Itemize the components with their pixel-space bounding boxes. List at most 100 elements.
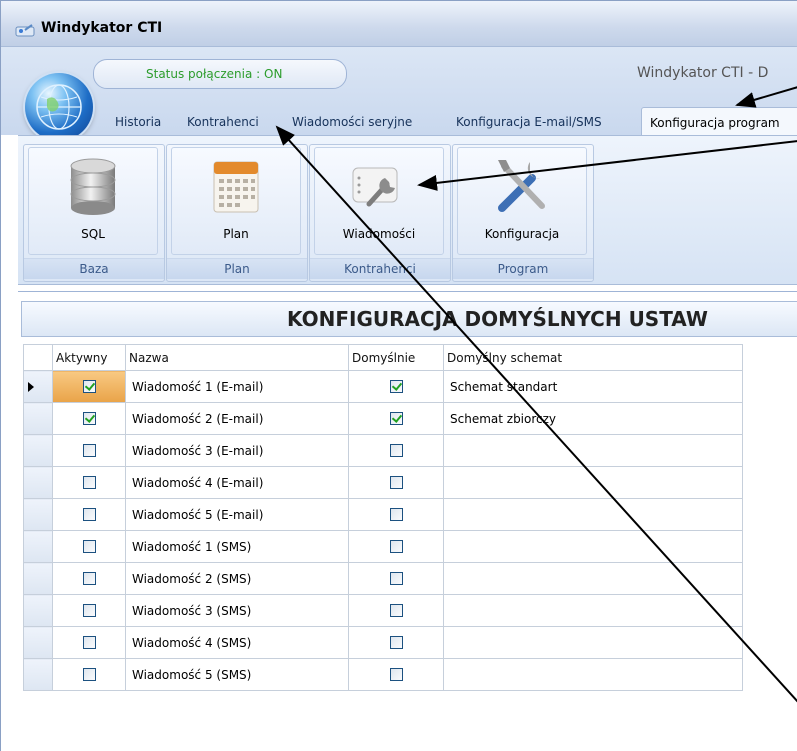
aktywny-checkbox[interactable] bbox=[82, 380, 96, 393]
table-row[interactable]: Wiadomość 1 (SMS) bbox=[23, 530, 743, 563]
cell-nazwa[interactable]: Wiadomość 4 (E-mail) bbox=[125, 466, 349, 499]
table-row[interactable]: Wiadomość 4 (E-mail) bbox=[23, 466, 743, 499]
domyslnie-checkbox[interactable] bbox=[389, 508, 403, 521]
domyslnie-checkbox[interactable] bbox=[389, 540, 403, 553]
aktywny-checkbox[interactable] bbox=[82, 604, 96, 617]
aktywny-checkbox[interactable] bbox=[82, 636, 96, 649]
row-selector[interactable] bbox=[23, 562, 53, 595]
wiadomosci-button[interactable]: Wiadomości bbox=[314, 147, 444, 255]
column-header-domyslnie[interactable]: Domyślnie bbox=[348, 344, 444, 371]
cell-domyslnie bbox=[348, 594, 444, 627]
row-selector[interactable] bbox=[23, 498, 53, 531]
cell-schemat[interactable] bbox=[443, 498, 743, 531]
aktywny-checkbox[interactable] bbox=[82, 572, 96, 585]
aktywny-checkbox[interactable] bbox=[82, 668, 96, 681]
konfiguracja-button[interactable]: Konfiguracja bbox=[457, 147, 587, 255]
tab-konfiguracja-email-sms[interactable]: Konfiguracja E-mail/SMS bbox=[448, 107, 610, 135]
cell-schemat[interactable] bbox=[443, 562, 743, 595]
cell-domyslnie bbox=[348, 530, 444, 563]
cell-nazwa[interactable]: Wiadomość 4 (SMS) bbox=[125, 626, 349, 659]
cell-aktywny bbox=[52, 370, 126, 403]
row-selector[interactable] bbox=[23, 434, 53, 467]
column-header-nazwa[interactable]: Nazwa bbox=[125, 344, 349, 371]
sql-button-label: SQL bbox=[81, 227, 105, 241]
cell-aktywny bbox=[52, 658, 126, 691]
tab-historia[interactable]: Historia bbox=[107, 107, 169, 135]
ribbon-group-baza: SQL Baza bbox=[23, 144, 165, 282]
cell-schemat[interactable] bbox=[443, 434, 743, 467]
cell-nazwa[interactable]: Wiadomość 3 (E-mail) bbox=[125, 434, 349, 467]
cell-nazwa[interactable]: Wiadomość 3 (SMS) bbox=[125, 594, 349, 627]
table-row[interactable]: Wiadomość 2 (E-mail) Schemat zbiorczy bbox=[23, 402, 743, 435]
wiadomosci-button-label: Wiadomości bbox=[342, 227, 416, 241]
domyslnie-checkbox[interactable] bbox=[389, 444, 403, 457]
cell-domyslnie bbox=[348, 626, 444, 659]
ribbon-group-kontrahenci: Wiadomości Kontrahenci bbox=[309, 144, 451, 282]
table-row[interactable]: Wiadomość 3 (SMS) bbox=[23, 594, 743, 627]
domyslnie-checkbox[interactable] bbox=[389, 636, 403, 649]
cell-domyslnie bbox=[348, 562, 444, 595]
table-row[interactable]: Wiadomość 5 (SMS) bbox=[23, 658, 743, 691]
plan-button[interactable]: Plan bbox=[171, 147, 301, 255]
row-selector[interactable] bbox=[23, 594, 53, 627]
cell-nazwa[interactable]: Wiadomość 1 (E-mail) bbox=[125, 370, 349, 403]
cell-schemat[interactable] bbox=[443, 658, 743, 691]
row-selector[interactable] bbox=[23, 626, 53, 659]
cell-schemat[interactable] bbox=[443, 626, 743, 659]
domyslnie-checkbox[interactable] bbox=[389, 380, 403, 393]
row-selector[interactable] bbox=[23, 370, 53, 403]
tab-kontrahenci[interactable]: Kontrahenci bbox=[179, 107, 267, 135]
cell-nazwa[interactable]: Wiadomość 5 (E-mail) bbox=[125, 498, 349, 531]
cell-aktywny bbox=[52, 562, 126, 595]
aktywny-checkbox[interactable] bbox=[82, 444, 96, 457]
ribbon-group-plan: Plan Plan bbox=[166, 144, 308, 282]
domyslnie-checkbox[interactable] bbox=[389, 572, 403, 585]
cell-schemat[interactable]: Schemat standart bbox=[443, 370, 743, 403]
cell-schemat[interactable]: Schemat zbiorczy bbox=[443, 402, 743, 435]
current-row-arrow-icon bbox=[28, 381, 34, 392]
message-settings-icon bbox=[352, 167, 398, 207]
table-row[interactable]: Wiadomość 5 (E-mail) bbox=[23, 498, 743, 531]
column-header-schemat[interactable]: Domyślny schemat bbox=[443, 344, 743, 371]
aktywny-checkbox[interactable] bbox=[82, 508, 96, 521]
table-row[interactable]: Wiadomość 1 (E-mail) Schemat standart bbox=[23, 370, 743, 403]
connection-status: Status połączenia : ON bbox=[146, 67, 283, 81]
cell-schemat[interactable] bbox=[443, 530, 743, 563]
row-selector[interactable] bbox=[23, 530, 53, 563]
window-caption: Windykator CTI - D bbox=[637, 65, 769, 81]
cell-schemat[interactable] bbox=[443, 594, 743, 627]
cell-nazwa[interactable]: Wiadomość 5 (SMS) bbox=[125, 658, 349, 691]
cell-nazwa[interactable]: Wiadomość 2 (E-mail) bbox=[125, 402, 349, 435]
app-window: Windykator CTI Status połączenia : ON Wi… bbox=[0, 0, 797, 751]
cell-nazwa[interactable]: Wiadomość 2 (SMS) bbox=[125, 562, 349, 595]
aktywny-checkbox[interactable] bbox=[82, 540, 96, 553]
domyslnie-checkbox[interactable] bbox=[389, 412, 403, 425]
sql-button[interactable]: SQL bbox=[28, 147, 158, 255]
row-selector[interactable] bbox=[23, 402, 53, 435]
cell-aktywny bbox=[52, 402, 126, 435]
table-row[interactable]: Wiadomość 4 (SMS) bbox=[23, 626, 743, 659]
table-row[interactable]: Wiadomość 3 (E-mail) bbox=[23, 434, 743, 467]
row-selector[interactable] bbox=[23, 658, 53, 691]
group-label-plan: Plan bbox=[167, 258, 307, 279]
aktywny-checkbox[interactable] bbox=[82, 476, 96, 489]
ribbon-group-program: Konfiguracja Program bbox=[452, 144, 594, 282]
tab-konfiguracja-program[interactable]: Konfiguracja program bbox=[641, 107, 797, 136]
tab-wiadomosci-seryjne[interactable]: Wiadomości seryjne bbox=[284, 107, 420, 135]
window-title: Windykator CTI bbox=[41, 20, 163, 36]
cell-aktywny bbox=[52, 434, 126, 467]
row-selector-header bbox=[23, 344, 53, 371]
cell-domyslnie bbox=[348, 498, 444, 531]
aktywny-checkbox[interactable] bbox=[82, 412, 96, 425]
domyslnie-checkbox[interactable] bbox=[389, 476, 403, 489]
cell-aktywny bbox=[52, 530, 126, 563]
application-menu-button[interactable] bbox=[25, 73, 93, 141]
row-selector[interactable] bbox=[23, 466, 53, 499]
column-header-aktywny[interactable]: Aktywny bbox=[52, 344, 126, 371]
domyslnie-checkbox[interactable] bbox=[389, 604, 403, 617]
cell-aktywny bbox=[52, 594, 126, 627]
table-row[interactable]: Wiadomość 2 (SMS) bbox=[23, 562, 743, 595]
cell-nazwa[interactable]: Wiadomość 1 (SMS) bbox=[125, 530, 349, 563]
domyslnie-checkbox[interactable] bbox=[389, 668, 403, 681]
cell-schemat[interactable] bbox=[443, 466, 743, 499]
